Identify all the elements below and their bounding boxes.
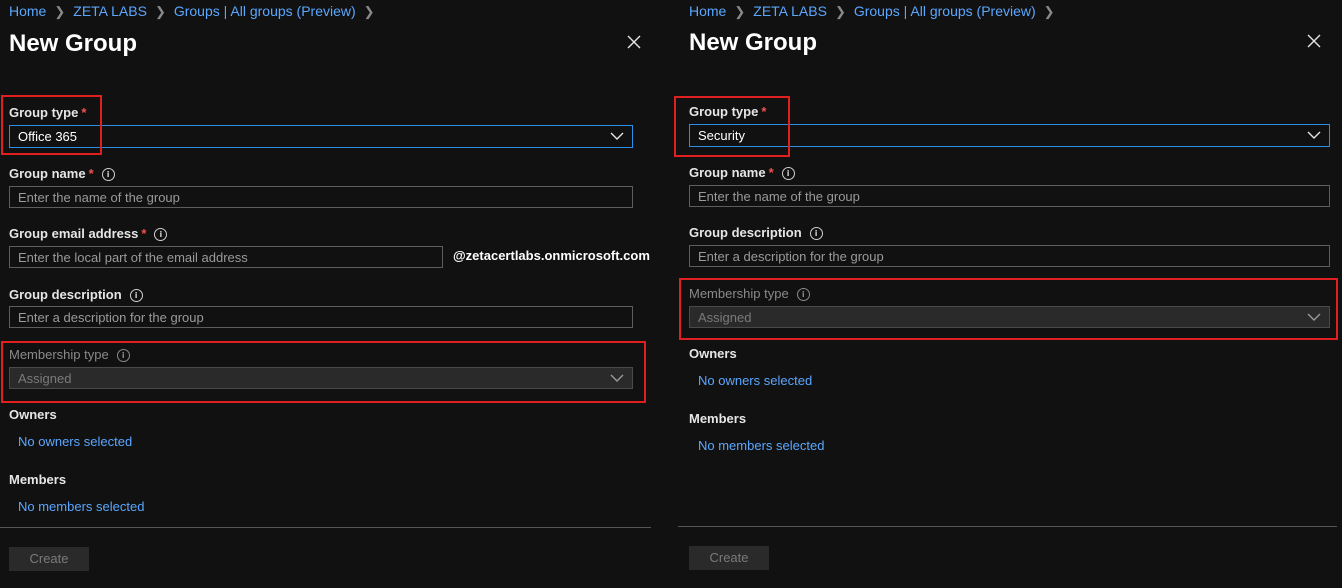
info-icon[interactable]: i — [101, 168, 115, 181]
group-name-label-text: Group name — [9, 166, 86, 181]
group-name-label-text: Group name — [689, 165, 766, 180]
breadcrumb: Home ❯ ZETA LABS ❯ Groups | All groups (Prev… — [689, 3, 1063, 20]
group-description-placeholder: Enter a description for the group — [698, 249, 884, 264]
info-icon[interactable]: i — [116, 349, 130, 362]
chevron-down-icon — [1307, 131, 1321, 139]
chevron-right-icon: ❯ — [834, 4, 846, 19]
membership-type-select: Assigned — [9, 367, 633, 389]
chevron-down-icon — [1307, 313, 1321, 321]
group-name-label: Group name * i — [689, 165, 795, 180]
required-marker: * — [141, 226, 147, 241]
membership-type-label: Membership type i — [9, 347, 130, 362]
group-description-label-text: Group description — [9, 287, 122, 302]
breadcrumb: Home ❯ ZETA LABS ❯ Groups | All groups (Prev… — [9, 3, 383, 20]
group-name-input[interactable]: Enter the name of the group — [689, 185, 1330, 207]
owners-label: Owners — [9, 407, 57, 422]
new-group-panel-security: Home ❯ ZETA LABS ❯ Groups | All groups (Prev… — [674, 0, 1342, 588]
group-description-label-text: Group description — [689, 225, 802, 240]
group-name-label: Group name * i — [9, 166, 115, 181]
breadcrumb-zeta-labs[interactable]: ZETA LABS — [73, 3, 147, 19]
page-title: New Group — [689, 29, 818, 56]
chevron-right-icon: ❯ — [363, 4, 375, 19]
members-label: Members — [9, 472, 67, 487]
group-type-label: Group type * — [689, 104, 766, 119]
chevron-right-icon: ❯ — [54, 4, 66, 19]
group-type-value: Security — [698, 128, 745, 143]
required-marker: * — [768, 165, 774, 180]
group-description-label: Group description i — [9, 287, 143, 302]
group-type-label: Group type * — [9, 105, 86, 120]
create-button[interactable]: Create — [689, 546, 769, 570]
group-email-label-text: Group email address — [9, 226, 139, 241]
chevron-right-icon: ❯ — [154, 4, 166, 19]
chevron-down-icon — [610, 132, 624, 140]
members-label: Members — [689, 411, 747, 426]
breadcrumb-groups[interactable]: Groups | All groups (Preview) — [854, 3, 1036, 19]
membership-type-label-text: Membership type — [689, 286, 789, 301]
chevron-right-icon: ❯ — [1043, 4, 1055, 19]
chevron-right-icon: ❯ — [734, 4, 746, 19]
page-title: New Group — [9, 30, 138, 57]
group-email-placeholder: Enter the local part of the email addres… — [18, 250, 248, 265]
info-icon[interactable]: i — [796, 288, 810, 301]
owners-label: Owners — [689, 346, 737, 361]
owners-link[interactable]: No owners selected — [698, 373, 812, 388]
membership-type-value: Assigned — [698, 310, 752, 325]
group-email-label: Group email address * i — [9, 226, 168, 241]
breadcrumb-groups[interactable]: Groups | All groups (Preview) — [174, 3, 356, 19]
group-description-placeholder: Enter a description for the group — [18, 310, 204, 325]
group-type-select[interactable]: Office 365 — [9, 125, 633, 148]
footer-divider — [678, 526, 1337, 527]
create-button[interactable]: Create — [9, 547, 89, 571]
new-group-panel-office365: Home ❯ ZETA LABS ❯ Groups | All groups (Prev… — [0, 0, 660, 588]
breadcrumb-zeta-labs[interactable]: ZETA LABS — [753, 3, 827, 19]
email-domain-suffix: @zetacertlabs.onmicrosoft.com — [453, 248, 650, 263]
group-type-select[interactable]: Security — [689, 124, 1330, 147]
required-marker: * — [88, 166, 94, 181]
group-name-input[interactable]: Enter the name of the group — [9, 186, 633, 208]
members-link[interactable]: No members selected — [18, 499, 144, 514]
breadcrumb-home[interactable]: Home — [9, 3, 46, 19]
group-type-label-text: Group type — [689, 104, 759, 119]
group-description-label: Group description i — [689, 225, 823, 240]
group-type-value: Office 365 — [18, 129, 78, 144]
membership-type-label: Membership type i — [689, 286, 810, 301]
members-link[interactable]: No members selected — [698, 438, 824, 453]
group-name-placeholder: Enter the name of the group — [698, 189, 860, 204]
required-marker: * — [761, 104, 767, 119]
info-icon[interactable]: i — [154, 228, 168, 241]
footer-divider — [0, 527, 651, 528]
membership-type-value: Assigned — [18, 371, 72, 386]
required-marker: * — [81, 105, 87, 120]
membership-type-select: Assigned — [689, 306, 1330, 328]
info-icon[interactable]: i — [781, 167, 795, 180]
info-icon[interactable]: i — [809, 227, 823, 240]
breadcrumb-home[interactable]: Home — [689, 3, 726, 19]
chevron-down-icon — [610, 374, 624, 382]
group-email-input[interactable]: Enter the local part of the email addres… — [9, 246, 443, 268]
group-name-placeholder: Enter the name of the group — [18, 190, 180, 205]
owners-link[interactable]: No owners selected — [18, 434, 132, 449]
group-description-input[interactable]: Enter a description for the group — [689, 245, 1330, 267]
membership-type-label-text: Membership type — [9, 347, 109, 362]
group-type-label-text: Group type — [9, 105, 79, 120]
info-icon[interactable]: i — [129, 289, 143, 302]
close-icon[interactable] — [626, 34, 642, 50]
close-icon[interactable] — [1306, 33, 1322, 49]
group-description-input[interactable]: Enter a description for the group — [9, 306, 633, 328]
